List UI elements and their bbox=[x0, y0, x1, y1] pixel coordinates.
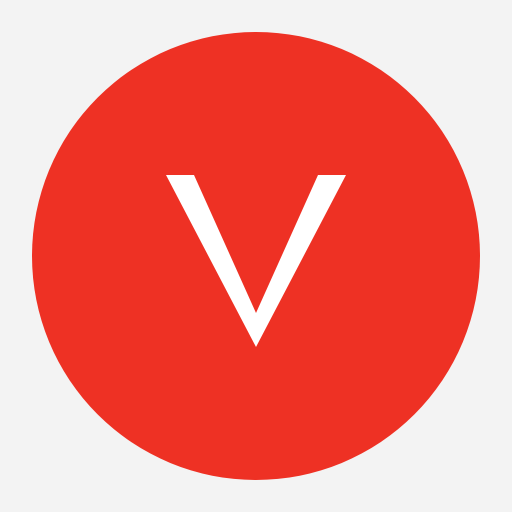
app-icon: V bbox=[32, 32, 480, 480]
red-circle-background bbox=[32, 32, 480, 480]
icon-canvas: V bbox=[0, 0, 512, 512]
